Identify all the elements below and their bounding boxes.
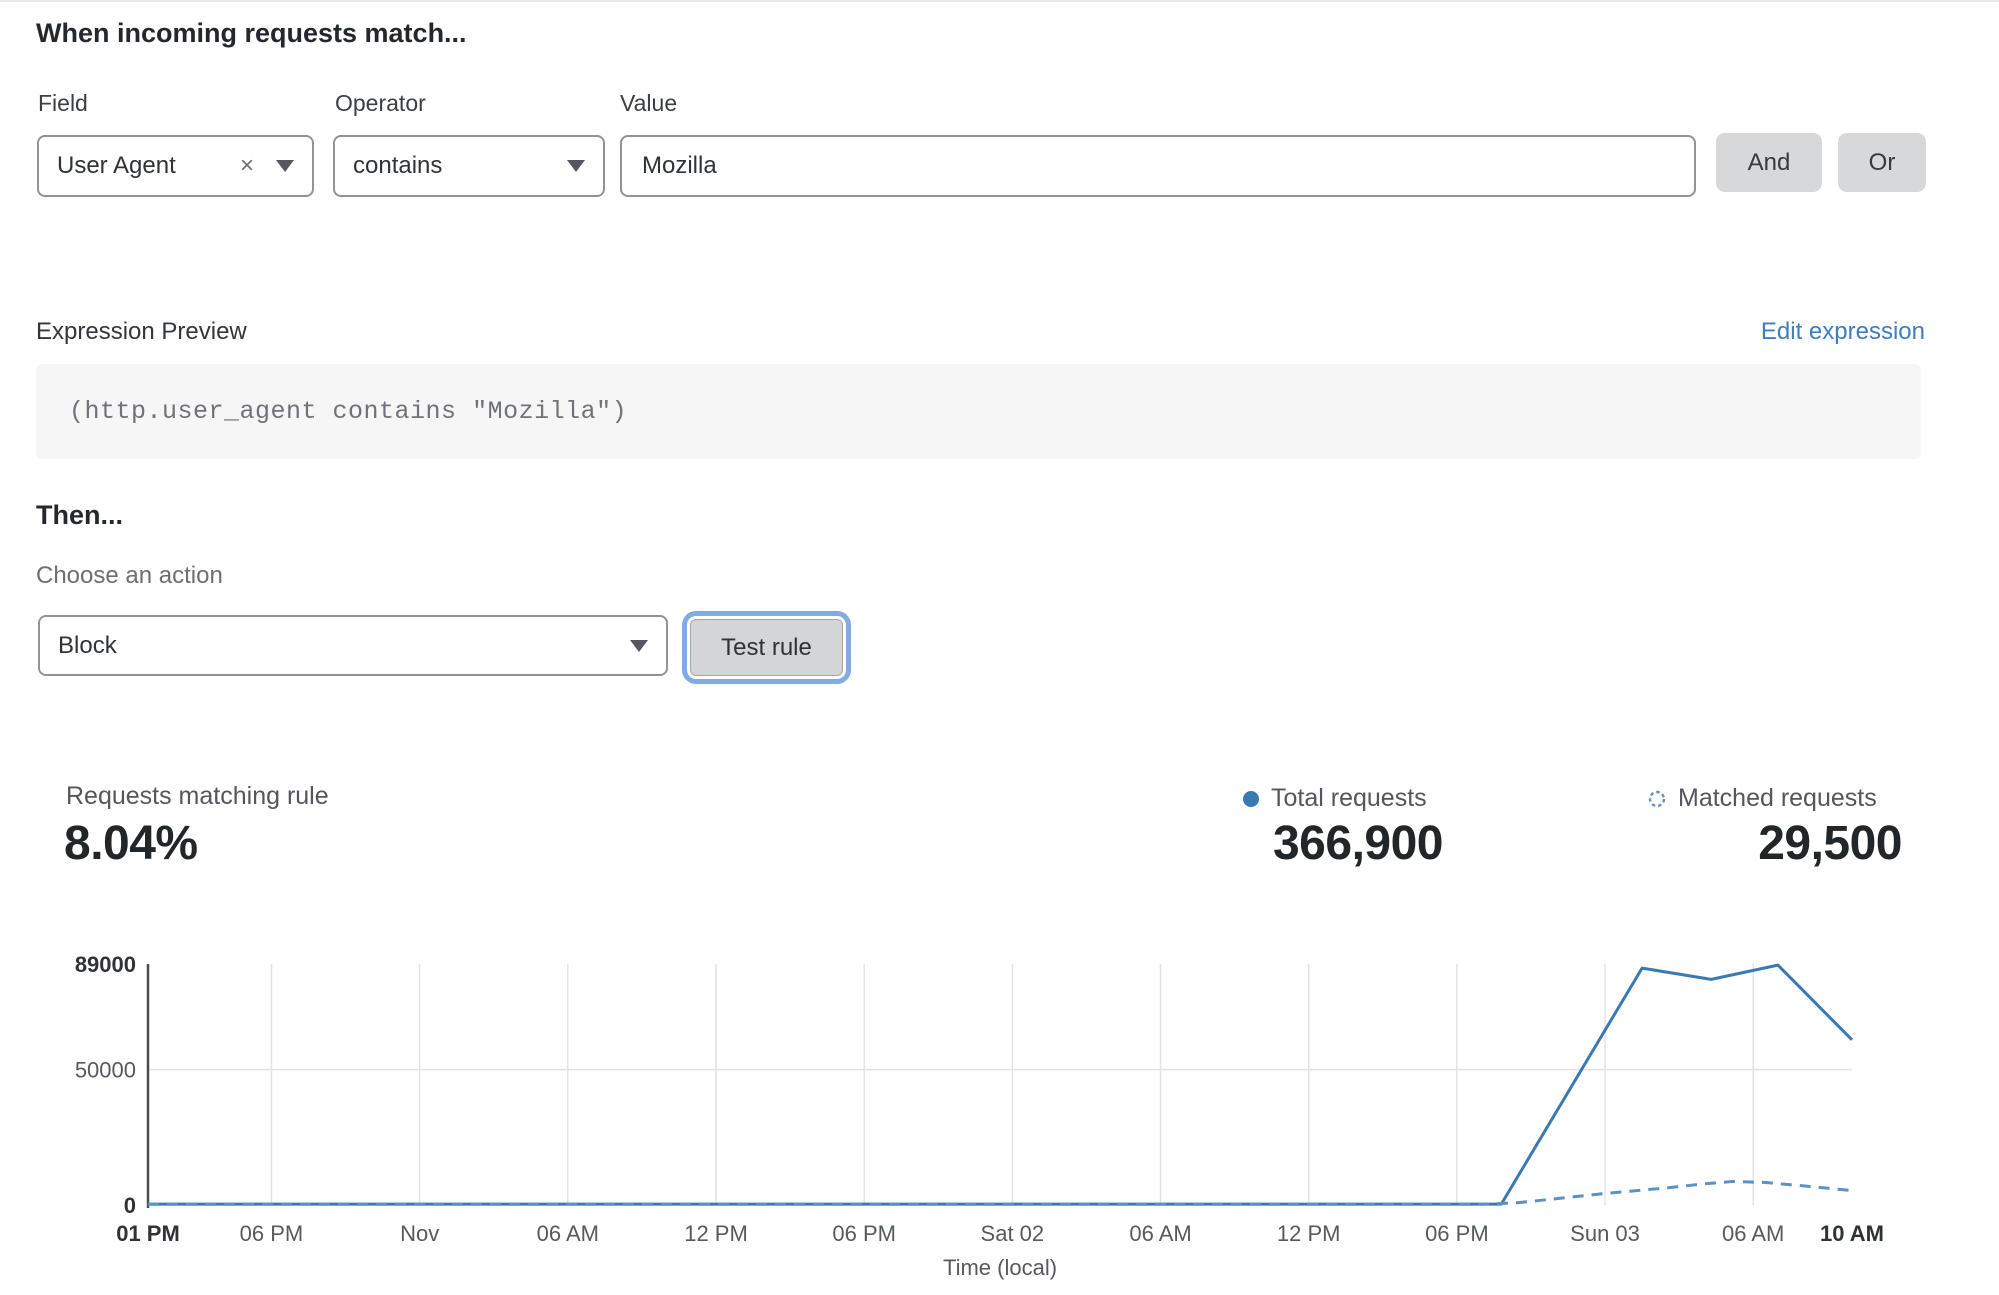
clear-icon[interactable]: ×: [240, 154, 254, 178]
svg-text:01 PM: 01 PM: [116, 1221, 180, 1246]
field-select[interactable]: User Agent ×: [37, 135, 314, 197]
svg-text:50000: 50000: [75, 1058, 136, 1083]
svg-text:Sat 02: Sat 02: [981, 1221, 1045, 1246]
legend-matched: Matched requests: [1648, 784, 1877, 813]
svg-text:0: 0: [124, 1193, 136, 1218]
chevron-down-icon: [567, 160, 585, 172]
svg-text:06 AM: 06 AM: [1129, 1221, 1191, 1246]
test-rule-button[interactable]: Test rule: [690, 619, 843, 676]
operator-select-value: contains: [353, 152, 567, 180]
page-title: When incoming requests match...: [36, 18, 467, 49]
matched-requests-dashed-circle-icon: [1648, 790, 1666, 808]
svg-text:12 PM: 12 PM: [684, 1221, 748, 1246]
operator-label: Operator: [335, 90, 426, 117]
chevron-down-icon: [276, 160, 294, 172]
expression-preview-label: Expression Preview: [36, 318, 247, 346]
svg-text:10 AM: 10 AM: [1820, 1221, 1884, 1246]
svg-text:12 PM: 12 PM: [1277, 1221, 1341, 1246]
edit-expression-link[interactable]: Edit expression: [1761, 318, 1925, 346]
or-button[interactable]: Or: [1838, 133, 1926, 192]
svg-text:Time (local): Time (local): [943, 1255, 1057, 1280]
legend-total: Total requests: [1243, 784, 1427, 813]
total-requests-value: 366,900: [1193, 816, 1443, 871]
operator-select[interactable]: contains: [333, 135, 605, 197]
svg-text:06 PM: 06 PM: [832, 1221, 896, 1246]
legend-matched-label: Matched requests: [1678, 784, 1877, 813]
svg-text:89000: 89000: [75, 952, 136, 977]
then-heading: Then...: [36, 500, 123, 531]
svg-text:06 AM: 06 AM: [1722, 1221, 1784, 1246]
expression-code: (http.user_agent contains "Mozilla"): [36, 397, 627, 426]
and-button[interactable]: And: [1716, 133, 1822, 192]
firewall-rule-builder: When incoming requests match... Field Op…: [0, 0, 1999, 1295]
matched-requests-value: 29,500: [1652, 816, 1902, 871]
expression-code-box: (http.user_agent contains "Mozilla"): [36, 364, 1921, 459]
action-select[interactable]: Block: [38, 615, 668, 676]
svg-text:Sun 03: Sun 03: [1570, 1221, 1640, 1246]
field-select-value: User Agent: [57, 152, 240, 180]
value-input[interactable]: [620, 135, 1696, 197]
requests-chart: 0 50000 89000 01 PM 06 PM Nov 06 AM 12 PM 06 PM S…: [0, 942, 1999, 1295]
choose-action-label: Choose an action: [36, 562, 223, 590]
requests-matching-label: Requests matching rule: [66, 782, 329, 811]
legend-total-label: Total requests: [1271, 784, 1427, 813]
svg-text:06 PM: 06 PM: [1425, 1221, 1489, 1246]
svg-text:06 PM: 06 PM: [240, 1221, 304, 1246]
chevron-down-icon: [630, 640, 648, 652]
field-label: Field: [38, 90, 88, 117]
svg-text:06 AM: 06 AM: [537, 1221, 599, 1246]
svg-text:Nov: Nov: [400, 1221, 439, 1246]
total-requests-dot-icon: [1243, 791, 1259, 807]
value-label: Value: [620, 90, 677, 117]
requests-matching-value: 8.04%: [64, 816, 198, 871]
action-select-value: Block: [58, 632, 630, 660]
